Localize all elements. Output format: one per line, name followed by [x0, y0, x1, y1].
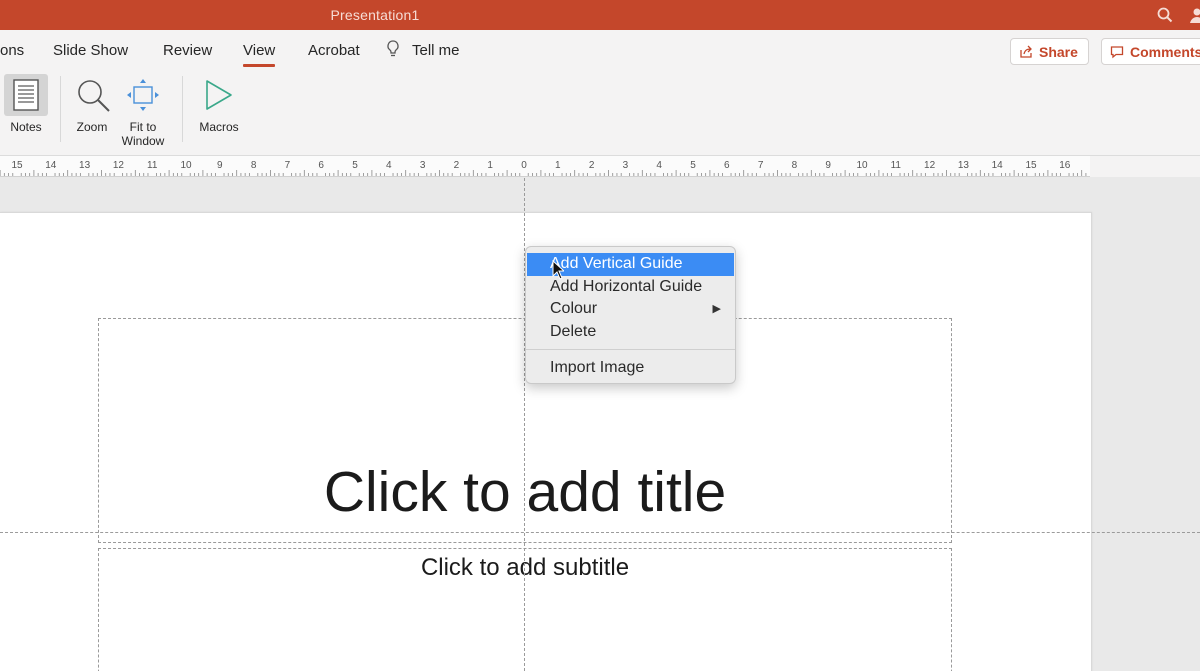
tab-slide-show[interactable]: Slide Show [53, 42, 128, 59]
menu-item-colour[interactable]: Colour ▶ [526, 298, 735, 321]
zoom-label: Zoom [76, 120, 108, 134]
ruler-label: 11 [147, 160, 158, 171]
ruler-label: 12 [113, 160, 125, 171]
ruler-label: 3 [420, 160, 426, 171]
comment-icon [1110, 45, 1124, 58]
ruler-label: 0 [521, 160, 527, 171]
ruler-label: 15 [11, 160, 23, 171]
tab-view[interactable]: View [243, 42, 276, 67]
ruler-label: 11 [891, 160, 902, 171]
ruler-label: 1 [555, 160, 561, 171]
menu-separator [526, 349, 735, 350]
ruler-label: 16 [1059, 160, 1071, 171]
ruler-label: 2 [454, 160, 460, 171]
title-bar: Presentation1 [0, 0, 1200, 30]
ruler-label: 3 [623, 160, 629, 171]
share-button[interactable]: Share [1010, 38, 1089, 65]
fit-to-window-label: Fit to Window [114, 120, 172, 148]
ruler-label: 10 [856, 160, 868, 171]
tell-me-search[interactable]: Tell me [412, 42, 460, 59]
horizontal-guide[interactable] [0, 532, 1200, 533]
menu-item-import-image[interactable]: Import Image [526, 357, 735, 380]
mouse-pointer-icon [552, 260, 564, 280]
macros-label: Macros [199, 120, 239, 134]
notes-label: Notes [10, 120, 42, 134]
tab-animations[interactable]: ons [0, 42, 24, 59]
ribbon-divider [60, 76, 61, 142]
comments-button[interactable]: Comments [1101, 38, 1200, 65]
ruler-label: 5 [352, 160, 358, 171]
ruler-label: 2 [589, 160, 595, 171]
comments-label: Comments [1130, 43, 1200, 60]
ruler-label: 5 [690, 160, 696, 171]
ruler-label: 1 [487, 160, 493, 171]
title-placeholder-text: Click to add title [323, 460, 727, 524]
horizontal-ruler[interactable]: 15 14 13 12 11 10 9 8 7 6 5 4 3 2 1 0 1 2 3 4 5 6 7 8 9 10 11 12 13 1… [0, 156, 1090, 177]
ruler-label: 10 [180, 160, 192, 171]
ruler-label: 7 [285, 160, 291, 171]
ruler-label: 8 [251, 160, 257, 171]
account-icon[interactable] [1188, 6, 1200, 24]
ruler-label: 9 [825, 160, 831, 171]
ruler-label: 13 [958, 160, 970, 171]
subtitle-placeholder[interactable]: Click to add subtitle [98, 548, 952, 671]
ruler-label: 14 [45, 160, 57, 171]
ruler-label: 14 [992, 160, 1004, 171]
ribbon-divider [182, 76, 183, 142]
ruler-label: 7 [758, 160, 764, 171]
ruler-label: 4 [656, 160, 662, 171]
notes-icon [13, 79, 39, 111]
share-label: Share [1039, 43, 1078, 60]
share-icon [1020, 45, 1032, 58]
ruler-label: 6 [724, 160, 730, 171]
ruler-ticks: 15 14 13 12 11 10 9 8 7 6 5 4 3 2 1 0 1 2 3 4 5 6 7 8 9 10 11 12 13 1… [0, 160, 1087, 176]
ruler-margin [1090, 156, 1200, 177]
zoom-icon[interactable] [76, 78, 112, 114]
ruler-label: 9 [217, 160, 223, 171]
menu-item-colour-label: Colour [550, 300, 598, 317]
lightbulb-icon [387, 40, 399, 57]
play-macro-icon[interactable] [204, 79, 234, 111]
ruler-label: 6 [318, 160, 324, 171]
subtitle-placeholder-text: Click to add subtitle [420, 554, 630, 581]
ruler-label: 8 [792, 160, 798, 171]
fit-label-line2: Window [121, 134, 165, 148]
fit-to-window-icon[interactable] [126, 78, 160, 112]
submenu-arrow-icon: ▶ [712, 303, 721, 315]
tab-acrobat[interactable]: Acrobat [308, 42, 360, 59]
ruler-label: 13 [79, 160, 91, 171]
tab-review[interactable]: Review [163, 42, 212, 59]
window-title: Presentation1 [330, 7, 420, 23]
ruler-label: 12 [924, 160, 936, 171]
search-icon[interactable] [1156, 6, 1174, 24]
ruler-label: 15 [1025, 160, 1037, 171]
ribbon-commands [0, 72, 1200, 156]
fit-label-line1: Fit to [129, 120, 157, 134]
ruler-label: 4 [386, 160, 392, 171]
menu-item-delete[interactable]: Delete [526, 321, 735, 344]
